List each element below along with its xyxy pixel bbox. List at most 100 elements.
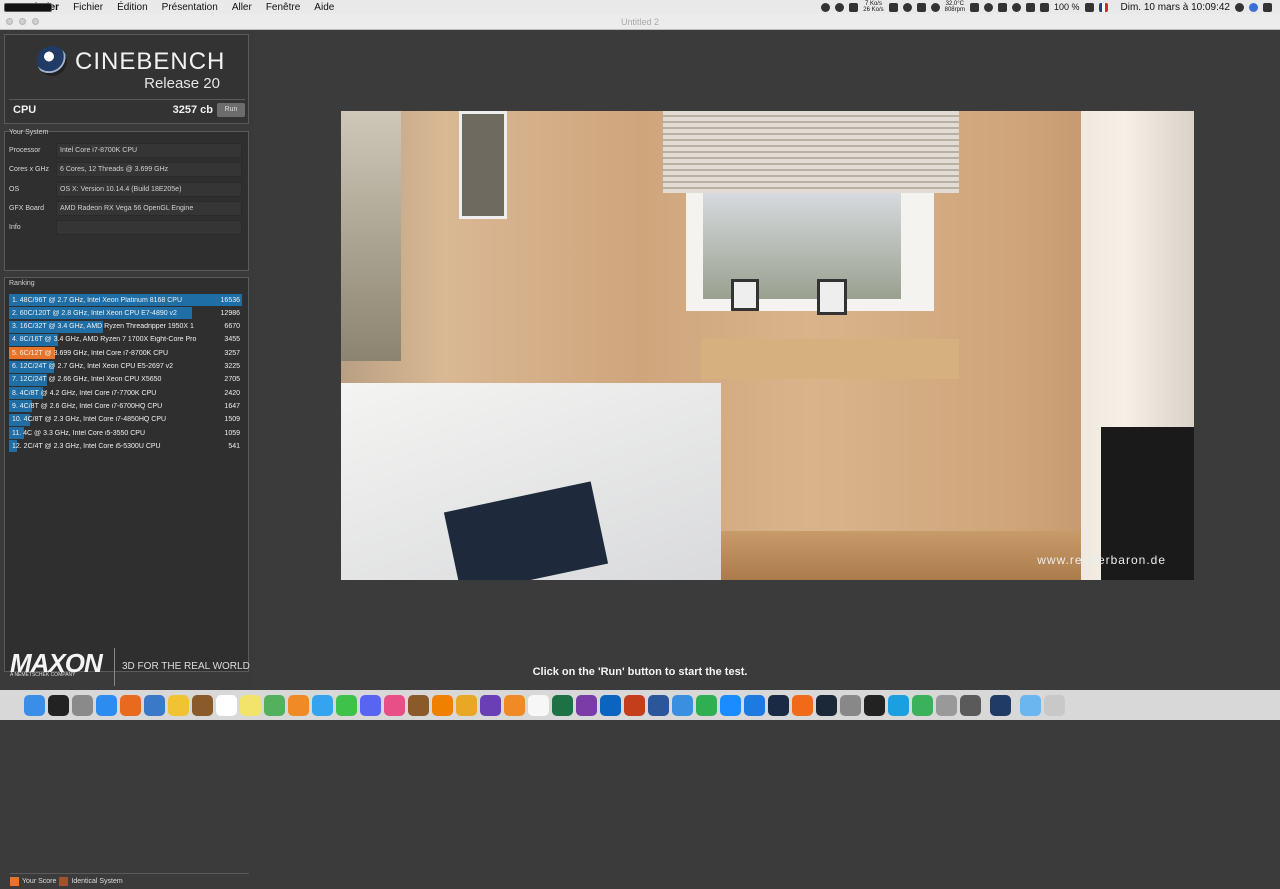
scanner-icon[interactable] xyxy=(936,694,957,716)
app-icon[interactable] xyxy=(456,694,477,716)
siri-icon[interactable] xyxy=(48,694,69,716)
status-message: Click on the 'Run' button to start the t… xyxy=(532,666,748,678)
ranking-score: 2705 xyxy=(224,376,240,384)
location-icon[interactable] xyxy=(821,2,831,12)
finder-icon[interactable] xyxy=(24,694,45,716)
clock[interactable]: Dim. 10 mars à 10:09:42 xyxy=(1121,2,1231,13)
pages-doc-icon[interactable] xyxy=(528,694,549,716)
maps-icon[interactable] xyxy=(264,694,285,716)
temperature-readout[interactable]: 32,0°C 808rpm xyxy=(945,1,965,13)
run-button[interactable]: Run xyxy=(217,102,245,117)
cpu-graph-icon[interactable] xyxy=(4,2,52,12)
stickies-icon[interactable] xyxy=(240,694,261,716)
network-speed[interactable]: 7 Ko/s 26 Ko/s xyxy=(863,1,883,13)
discord-icon[interactable] xyxy=(360,694,381,716)
ranking-score: 541 xyxy=(228,442,240,450)
system-row-info: Info xyxy=(5,220,248,235)
system-value-field[interactable]: 6 Cores, 12 Threads @ 3.699 GHz xyxy=(56,162,242,177)
network-icon[interactable] xyxy=(888,694,909,716)
powerpoint-icon[interactable] xyxy=(624,694,645,716)
ranking-row[interactable]: 4. 8C/16T @ 3.4 GHz, AMD Ryzen 7 1700X E… xyxy=(9,333,242,346)
gear-icon[interactable] xyxy=(930,2,940,12)
menu-aller[interactable]: Aller xyxy=(225,2,259,13)
imovie-icon[interactable] xyxy=(480,694,501,716)
ranking-row[interactable]: 3. 16C/32T @ 3.4 GHz, AMD Ryzen Threadri… xyxy=(9,320,242,333)
menu-aide[interactable]: Aide xyxy=(307,2,341,13)
system-label: Cores x GHz xyxy=(9,166,50,173)
bluetooth-icon[interactable] xyxy=(997,2,1007,12)
time-machine-icon[interactable] xyxy=(983,2,993,12)
spotlight-search-icon[interactable] xyxy=(1235,2,1244,12)
ranking-row[interactable]: 8. 4C/8T @ 4.2 GHz, Intel Core i7-7700K … xyxy=(9,387,242,400)
launchpad-icon[interactable] xyxy=(72,694,93,716)
istat-icon[interactable] xyxy=(969,2,979,12)
books-icon[interactable] xyxy=(504,694,525,716)
ranking-row[interactable]: 11. 4C @ 3.3 GHz, Intel Core i5-3550 CPU… xyxy=(9,427,242,439)
cinebench-icon[interactable] xyxy=(990,694,1011,716)
system-prefs-icon[interactable] xyxy=(840,694,861,716)
memory-icon[interactable] xyxy=(888,2,898,12)
outlook-icon[interactable] xyxy=(600,694,621,716)
system-value-field[interactable]: OS X: Version 10.14.4 (Build 18E205e) xyxy=(56,182,242,197)
vlc-icon[interactable] xyxy=(432,694,453,716)
cinema4d-icon[interactable] xyxy=(768,694,789,716)
menu-presentation[interactable]: Présentation xyxy=(155,2,225,13)
app-icon-2[interactable] xyxy=(792,694,813,716)
ranking-row[interactable]: 6. 12C/24T @ 2.7 GHz, Intel Xeon CPU E5-… xyxy=(9,360,242,373)
folder-icon[interactable] xyxy=(1020,694,1041,716)
vpn-icon[interactable] xyxy=(835,2,845,12)
safari-icon[interactable] xyxy=(96,694,117,716)
notification-center-icon[interactable] xyxy=(1263,2,1272,12)
ranking-score: 3225 xyxy=(224,363,240,370)
screen-icon[interactable] xyxy=(960,694,981,716)
excel-icon[interactable] xyxy=(552,694,573,716)
menu-edition[interactable]: Édition xyxy=(110,2,155,13)
flag-icon[interactable] xyxy=(1098,2,1108,12)
airplay-icon[interactable] xyxy=(1025,2,1035,12)
ranking-row[interactable]: 12. 2C/4T @ 2.3 GHz, Intel Core i5-5300U… xyxy=(9,440,242,453)
numbers-icon[interactable] xyxy=(696,694,717,716)
keynote-icon[interactable] xyxy=(672,694,693,716)
battery-percent[interactable]: 100 % xyxy=(1054,2,1080,12)
ranking-row[interactable]: 10. 4C/8T @ 2.3 GHz, Intel Core i7-4850H… xyxy=(9,413,242,426)
menu-fenetre[interactable]: Fenêtre xyxy=(259,2,307,13)
wifi-icon[interactable] xyxy=(1011,2,1021,12)
system-value-field[interactable]: AMD Radeon RX Vega 56 OpenGL Engine xyxy=(56,201,242,216)
dropbox-icon[interactable] xyxy=(849,2,859,12)
ranking-score: 3455 xyxy=(224,336,240,344)
itunes-icon[interactable] xyxy=(384,694,405,716)
calendar-icon[interactable] xyxy=(216,694,237,716)
onenote-icon[interactable] xyxy=(576,694,597,716)
trash-icon[interactable] xyxy=(1044,694,1065,716)
appstore-icon[interactable] xyxy=(720,694,741,716)
text-icon[interactable] xyxy=(916,2,926,12)
siri-menu-icon[interactable] xyxy=(1249,2,1258,12)
messages-icon[interactable] xyxy=(312,694,333,716)
ranking-row[interactable]: 1. 48C/96T @ 2.7 GHz, Intel Xeon Platinu… xyxy=(9,294,242,306)
xcode-icon[interactable] xyxy=(744,694,765,716)
menu-fichier[interactable]: Fichier xyxy=(66,2,110,13)
info-field[interactable] xyxy=(56,220,242,235)
ranking-row[interactable]: 9. 4C/8T @ 2.6 GHz, Intel Core i7-6700HQ… xyxy=(9,400,242,413)
firefox-icon[interactable] xyxy=(120,694,141,716)
ranking-row[interactable]: 2. 60C/120T @ 2.8 GHz, Intel Xeon CPU E7… xyxy=(9,307,242,320)
steam-icon[interactable] xyxy=(816,694,837,716)
notes-icon[interactable] xyxy=(192,694,213,716)
camera-icon[interactable] xyxy=(902,2,912,12)
volume-icon[interactable] xyxy=(1039,2,1049,12)
photos-icon[interactable] xyxy=(168,694,189,716)
ranking-row[interactable]: 7. 12C/24T @ 2.66 GHz, Intel Xeon CPU X5… xyxy=(9,373,242,386)
identical-system-label: Identical System xyxy=(71,878,123,885)
ranking-score: 16536 xyxy=(220,296,240,304)
window-titlebar: Untitled 2 xyxy=(0,14,1280,30)
ranking-row-own[interactable]: 5. 6C/12T @ 3.699 GHz, Intel Core i7-870… xyxy=(9,347,242,360)
activity-icon[interactable] xyxy=(912,694,933,716)
terminal-icon[interactable] xyxy=(864,694,885,716)
pinwheel-icon[interactable] xyxy=(288,694,309,716)
system-value-field[interactable]: Intel Core i7-8700K CPU xyxy=(56,143,242,158)
word-icon[interactable] xyxy=(648,694,669,716)
battery-icon[interactable] xyxy=(1084,2,1094,12)
facetime-icon[interactable] xyxy=(336,694,357,716)
preview-icon[interactable] xyxy=(144,694,165,716)
guitar-icon[interactable] xyxy=(408,694,429,716)
